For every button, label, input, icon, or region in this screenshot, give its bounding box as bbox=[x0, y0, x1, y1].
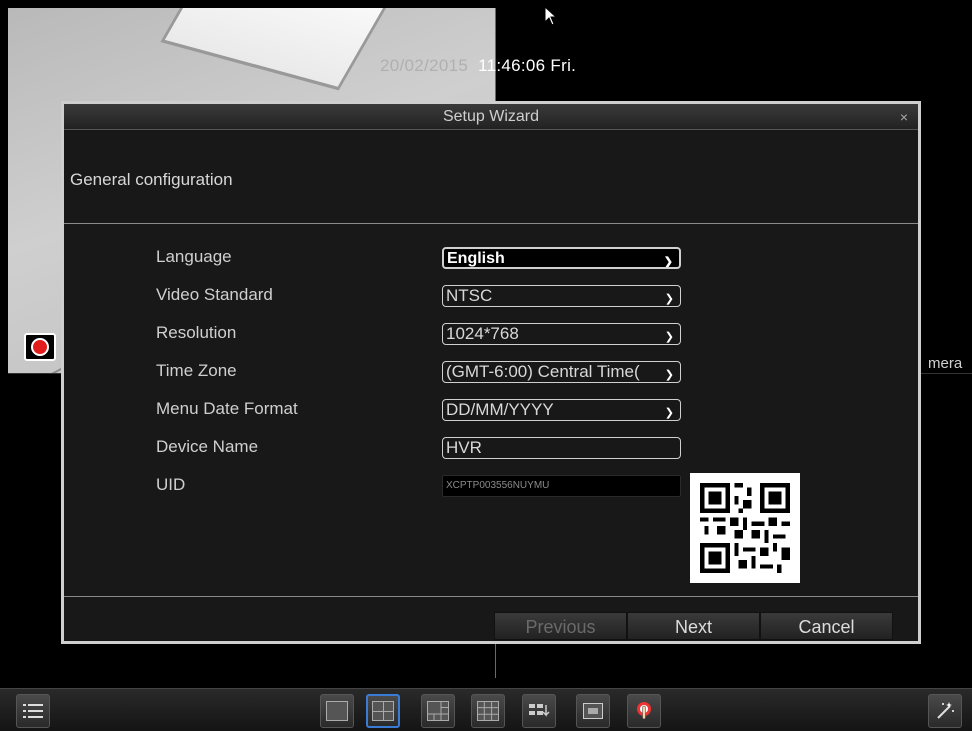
pip-button[interactable] bbox=[576, 694, 610, 728]
qr-code-icon bbox=[700, 483, 790, 573]
time-zone-value: (GMT-6:00) Central Time( bbox=[446, 362, 640, 381]
time-zone-label: Time Zone bbox=[156, 361, 237, 380]
row-resolution: Resolution 1024*768 ❯ bbox=[64, 320, 918, 346]
wizard-button[interactable] bbox=[928, 694, 962, 728]
date-format-select[interactable]: DD/MM/YYYY ❯ bbox=[442, 399, 681, 421]
nine-view-button[interactable] bbox=[471, 694, 505, 728]
date-text: 20/02/2015 bbox=[380, 56, 469, 75]
previous-button[interactable]: Previous bbox=[494, 612, 627, 640]
resolution-select[interactable]: 1024*768 ❯ bbox=[442, 323, 681, 345]
chevron-down-icon: ❯ bbox=[664, 369, 674, 381]
main-menu-button[interactable] bbox=[16, 694, 50, 728]
row-device-name: Device Name HVR bbox=[64, 434, 918, 460]
section-title: General configuration bbox=[64, 130, 918, 224]
row-time-zone: Time Zone (GMT-6:00) Central Time( ❯ bbox=[64, 358, 918, 384]
row-video-standard: Video Standard NTSC ❯ bbox=[64, 282, 918, 308]
qr-code bbox=[690, 473, 800, 583]
date-format-value: DD/MM/YYYY bbox=[446, 400, 554, 419]
video-standard-label: Video Standard bbox=[156, 285, 273, 304]
chevron-down-icon: ❯ bbox=[664, 407, 674, 419]
language-label: Language bbox=[156, 247, 232, 266]
wizard-buttons: Previous Next Cancel bbox=[494, 612, 893, 640]
camera-label: mera bbox=[928, 355, 963, 372]
taskbar bbox=[0, 688, 972, 731]
quad-view-icon bbox=[372, 701, 394, 721]
pip-icon bbox=[583, 703, 603, 719]
quad-view-button[interactable] bbox=[366, 694, 400, 728]
resolution-label: Resolution bbox=[156, 323, 237, 342]
single-view-icon bbox=[326, 701, 348, 721]
six-view-icon bbox=[427, 701, 449, 721]
uid-label: UID bbox=[156, 475, 186, 494]
record-button[interactable] bbox=[24, 333, 56, 361]
device-name-input[interactable]: HVR bbox=[442, 437, 681, 459]
resolution-value: 1024*768 bbox=[446, 324, 519, 343]
language-value: English bbox=[447, 250, 505, 267]
sequence-button[interactable] bbox=[522, 694, 556, 728]
record-icon bbox=[31, 338, 49, 356]
datetime-overlay: 20/02/2015 11:46:06 Fri. bbox=[380, 56, 576, 76]
video-standard-value: NTSC bbox=[446, 286, 493, 305]
date-format-label: Menu Date Format bbox=[156, 399, 298, 418]
six-view-button[interactable] bbox=[421, 694, 455, 728]
time-zone-select[interactable]: (GMT-6:00) Central Time( ❯ bbox=[442, 361, 681, 383]
uid-field: XCPTP003556NUYMU bbox=[442, 475, 681, 497]
uid-value: XCPTP003556NUYMU bbox=[446, 480, 550, 491]
sequence-icon bbox=[529, 704, 550, 717]
mouse-cursor-icon bbox=[544, 6, 558, 26]
language-select[interactable]: English ❯ bbox=[442, 247, 681, 269]
ptz-button[interactable] bbox=[627, 694, 661, 728]
row-language: Language English ❯ bbox=[64, 244, 918, 270]
dialog-title: Setup Wizard bbox=[442, 108, 540, 125]
cancel-button[interactable]: Cancel bbox=[760, 612, 893, 640]
wizard-icon bbox=[937, 702, 954, 719]
time-text: 11:46:06 Fri. bbox=[478, 56, 577, 75]
device-name-label: Device Name bbox=[156, 437, 259, 456]
chevron-down-icon: ❯ bbox=[664, 331, 674, 343]
chevron-down-icon: ❯ bbox=[663, 256, 673, 268]
menu-icon bbox=[23, 704, 43, 718]
footer-divider bbox=[64, 596, 918, 597]
single-view-button[interactable] bbox=[320, 694, 354, 728]
chevron-down-icon: ❯ bbox=[664, 293, 674, 305]
ceiling-light bbox=[160, 8, 406, 91]
close-icon[interactable]: × bbox=[900, 104, 908, 130]
nine-view-icon bbox=[477, 701, 499, 721]
video-standard-select[interactable]: NTSC ❯ bbox=[442, 285, 681, 307]
setup-wizard-dialog: Setup Wizard × General configuration Lan… bbox=[61, 101, 921, 644]
dialog-titlebar: Setup Wizard × bbox=[64, 104, 918, 130]
row-date-format: Menu Date Format DD/MM/YYYY ❯ bbox=[64, 396, 918, 422]
device-name-value: HVR bbox=[446, 438, 482, 457]
ptz-icon bbox=[637, 702, 651, 720]
next-button[interactable]: Next bbox=[627, 612, 760, 640]
